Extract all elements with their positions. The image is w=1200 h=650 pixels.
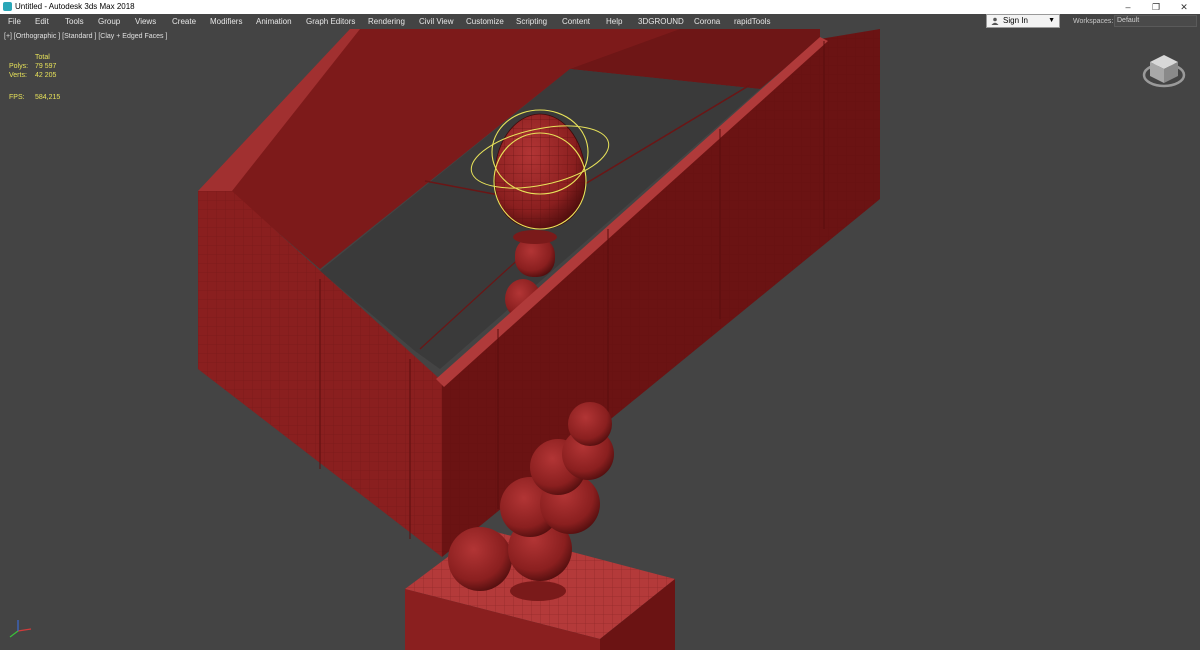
window-title: Untitled - Autodesk 3ds Max 2018 [15, 2, 135, 11]
menu-3dground[interactable]: 3DGROUND [638, 14, 684, 29]
menu-scripting[interactable]: Scripting [516, 14, 547, 29]
workspaces-label: Workspaces: [1073, 18, 1114, 25]
close-button[interactable]: ✕ [1171, 0, 1197, 14]
menu-group[interactable]: Group [98, 14, 120, 29]
menu-create[interactable]: Create [172, 14, 196, 29]
menu-graph-editors[interactable]: Graph Editors [306, 14, 355, 29]
fps-label: FPS: [9, 94, 25, 101]
menu-file[interactable]: File [8, 14, 21, 29]
scene-render[interactable] [0, 29, 1200, 650]
workspaces-select[interactable]: Default [1114, 15, 1197, 27]
base-collar [510, 581, 566, 601]
minimize-button[interactable]: – [1115, 0, 1141, 14]
menu-rendering[interactable]: Rendering [368, 14, 405, 29]
stats-header: Total [35, 54, 50, 61]
menu-customize[interactable]: Customize [466, 14, 504, 29]
stem-collar [513, 230, 557, 244]
menu-content[interactable]: Content [562, 14, 590, 29]
axis-tripod-icon [9, 620, 32, 638]
menu-help[interactable]: Help [606, 14, 622, 29]
chevron-down-icon: ▼ [1048, 17, 1055, 24]
stem-sphere [448, 527, 512, 591]
title-bar: Untitled - Autodesk 3ds Max 2018 – ❐ ✕ [0, 0, 1200, 14]
menu-animation[interactable]: Animation [256, 14, 292, 29]
sign-in-dropdown[interactable]: Sign In ▼ [986, 14, 1060, 28]
menu-corona[interactable]: Corona [694, 14, 720, 29]
viewcube-icon[interactable] [1142, 51, 1186, 89]
menu-modifiers[interactable]: Modifiers [210, 14, 242, 29]
menu-tools[interactable]: Tools [65, 14, 84, 29]
app-icon [3, 2, 12, 11]
stem-sphere [568, 402, 612, 446]
fps-value: 584,215 [35, 94, 61, 101]
menu-civil-view[interactable]: Civil View [419, 14, 454, 29]
polys-label: Polys: [9, 63, 29, 70]
menu-edit[interactable]: Edit [35, 14, 49, 29]
verts-value: 42 205 [35, 72, 57, 79]
restore-button[interactable]: ❐ [1143, 0, 1169, 14]
polys-value: 79 597 [35, 63, 57, 70]
menu-views[interactable]: Views [135, 14, 156, 29]
menu-rapidtools[interactable]: rapidTools [734, 14, 770, 29]
sign-in-label: Sign In [1003, 16, 1028, 25]
user-icon [991, 17, 999, 25]
viewport[interactable]: [+] [Orthographic ] [Standard ] [Clay + … [0, 29, 1200, 650]
viewport-label[interactable]: [+] [Orthographic ] [Standard ] [Clay + … [4, 33, 167, 40]
verts-label: Verts: [9, 72, 27, 79]
